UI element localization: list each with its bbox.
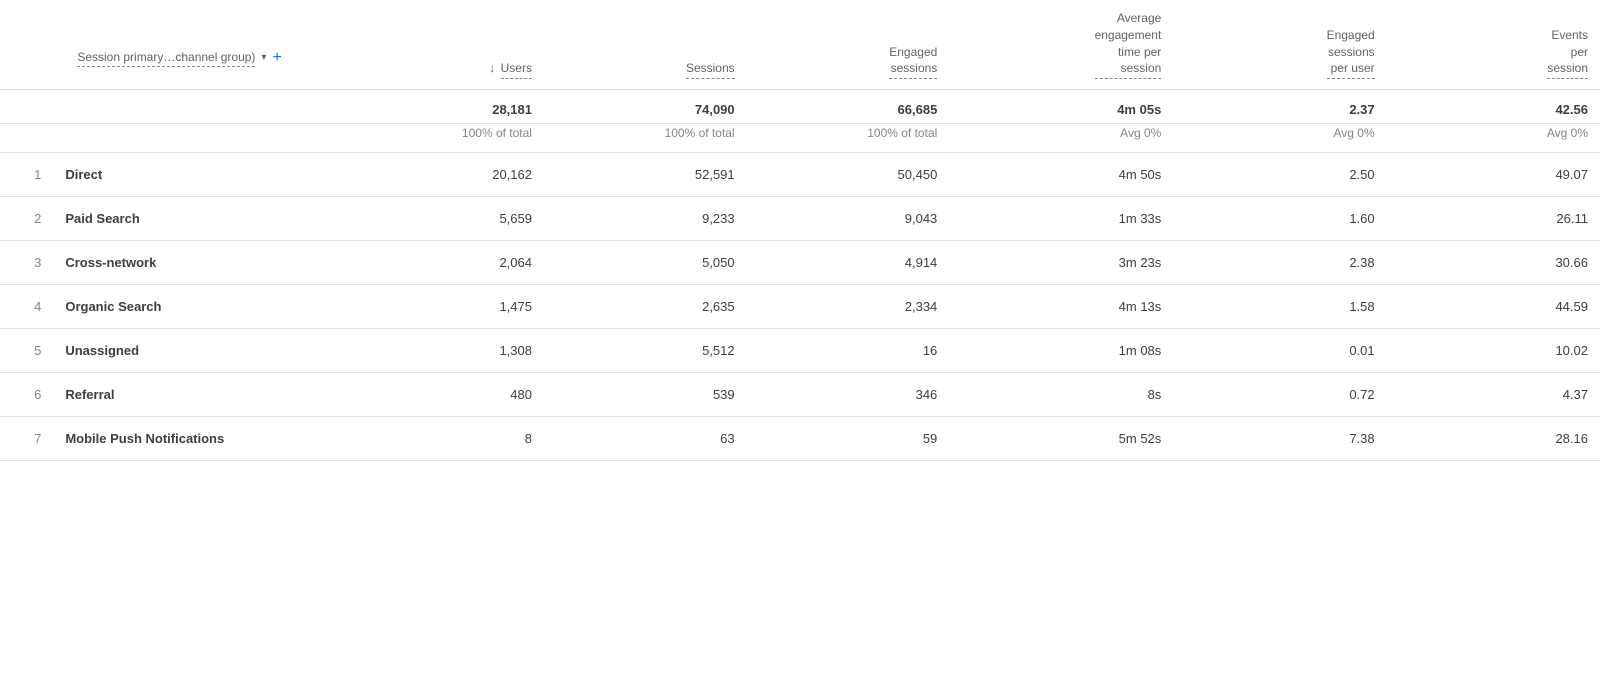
analytics-table: Session primary…channel group) ▾ + ↓ Use… [0, 0, 1600, 461]
table-row: 5 Unassigned 1,308 5,512 16 1m 08s 0.01 … [0, 329, 1600, 373]
table-row: 6 Referral 480 539 346 8s 0.72 4.37 [0, 373, 1600, 417]
dimension-column-header[interactable]: Session primary…channel group) ▾ + [53, 0, 341, 90]
row-sessions-cell: 63 [544, 417, 747, 461]
table-row: 1 Direct 20,162 52,591 50,450 4m 50s 2.5… [0, 153, 1600, 197]
totals-engaged: 66,685 [747, 90, 950, 124]
table-row: 7 Mobile Push Notifications 8 63 59 5m 5… [0, 417, 1600, 461]
row-engaged-cell: 2,334 [747, 285, 950, 329]
totals-sessions-sub: 100% of total [544, 124, 747, 153]
table-row: 2 Paid Search 5,659 9,233 9,043 1m 33s 1… [0, 197, 1600, 241]
row-avg-eng-cell: 5m 52s [949, 417, 1173, 461]
totals-users-sub: 100% of total [341, 124, 544, 153]
row-events-cell: 28.16 [1387, 417, 1600, 461]
row-eng-per-cell: 1.58 [1173, 285, 1386, 329]
row-events-cell: 10.02 [1387, 329, 1600, 373]
row-events-cell: 4.37 [1387, 373, 1600, 417]
eng-per-header-label: Engagedsessionsper user [1327, 27, 1375, 79]
totals-eng-per-sub: Avg 0% [1173, 124, 1386, 153]
row-users-cell: 8 [341, 417, 544, 461]
row-index-cell: 4 [0, 285, 53, 329]
add-dimension-icon[interactable]: + [272, 47, 281, 69]
totals-index-cell [0, 90, 53, 124]
row-name-cell[interactable]: Referral [53, 373, 341, 417]
row-sessions-cell: 52,591 [544, 153, 747, 197]
row-eng-per-cell: 2.50 [1173, 153, 1386, 197]
chevron-down-icon[interactable]: ▾ [261, 51, 266, 65]
row-engaged-cell: 50,450 [747, 153, 950, 197]
row-users-cell: 5,659 [341, 197, 544, 241]
totals-eng-per: 2.37 [1173, 90, 1386, 124]
row-name-cell[interactable]: Direct [53, 153, 341, 197]
row-name-cell[interactable]: Organic Search [53, 285, 341, 329]
row-sessions-cell: 5,050 [544, 241, 747, 285]
totals-avg-eng: 4m 05s [949, 90, 1173, 124]
row-eng-per-cell: 0.01 [1173, 329, 1386, 373]
engaged-column-header[interactable]: Engagedsessions [747, 0, 950, 90]
row-users-cell: 1,308 [341, 329, 544, 373]
row-engaged-cell: 4,914 [747, 241, 950, 285]
totals-row: 28,181 74,090 66,685 4m 05s 2.37 42.56 [0, 90, 1600, 124]
row-events-cell: 26.11 [1387, 197, 1600, 241]
row-name-cell[interactable]: Mobile Push Notifications [53, 417, 341, 461]
row-users-cell: 480 [341, 373, 544, 417]
row-engaged-cell: 59 [747, 417, 950, 461]
events-header-label: Eventspersession [1547, 27, 1588, 79]
table-row: 4 Organic Search 1,475 2,635 2,334 4m 13… [0, 285, 1600, 329]
row-sessions-cell: 9,233 [544, 197, 747, 241]
totals-events: 42.56 [1387, 90, 1600, 124]
row-engaged-cell: 16 [747, 329, 950, 373]
sessions-header-label[interactable]: Sessions [686, 60, 735, 79]
row-users-cell: 2,064 [341, 241, 544, 285]
row-avg-eng-cell: 4m 50s [949, 153, 1173, 197]
row-events-cell: 49.07 [1387, 153, 1600, 197]
row-eng-per-cell: 2.38 [1173, 241, 1386, 285]
row-name-cell[interactable]: Unassigned [53, 329, 341, 373]
row-avg-eng-cell: 3m 23s [949, 241, 1173, 285]
totals-engaged-sub: 100% of total [747, 124, 950, 153]
totals-subtitle-row: 100% of total 100% of total 100% of tota… [0, 124, 1600, 153]
row-index-cell: 1 [0, 153, 53, 197]
row-users-cell: 20,162 [341, 153, 544, 197]
row-sessions-cell: 5,512 [544, 329, 747, 373]
users-column-header[interactable]: ↓ Users [341, 0, 544, 90]
totals-users: 28,181 [341, 90, 544, 124]
events-column-header[interactable]: Eventspersession [1387, 0, 1600, 90]
totals-name-cell [53, 90, 341, 124]
sort-arrow-icon: ↓ [489, 60, 495, 77]
row-events-cell: 30.66 [1387, 241, 1600, 285]
row-avg-eng-cell: 4m 13s [949, 285, 1173, 329]
row-avg-eng-cell: 8s [949, 373, 1173, 417]
row-index-cell: 3 [0, 241, 53, 285]
row-index-cell: 5 [0, 329, 53, 373]
totals-sessions: 74,090 [544, 90, 747, 124]
eng-per-column-header[interactable]: Engagedsessionsper user [1173, 0, 1386, 90]
users-header-label[interactable]: Users [501, 60, 532, 79]
row-eng-per-cell: 7.38 [1173, 417, 1386, 461]
avg-eng-column-header[interactable]: Averageengagementtime persession [949, 0, 1173, 90]
row-engaged-cell: 9,043 [747, 197, 950, 241]
avg-eng-header-label: Averageengagementtime persession [1095, 10, 1162, 79]
totals-events-sub: Avg 0% [1387, 124, 1600, 153]
row-index-cell: 2 [0, 197, 53, 241]
row-index-cell: 6 [0, 373, 53, 417]
row-index-cell: 7 [0, 417, 53, 461]
totals-avg-eng-sub: Avg 0% [949, 124, 1173, 153]
row-name-cell[interactable]: Cross-network [53, 241, 341, 285]
table-row: 3 Cross-network 2,064 5,050 4,914 3m 23s… [0, 241, 1600, 285]
row-engaged-cell: 346 [747, 373, 950, 417]
row-users-cell: 1,475 [341, 285, 544, 329]
row-sessions-cell: 2,635 [544, 285, 747, 329]
row-eng-per-cell: 1.60 [1173, 197, 1386, 241]
row-avg-eng-cell: 1m 33s [949, 197, 1173, 241]
sessions-column-header[interactable]: Sessions [544, 0, 747, 90]
row-name-cell[interactable]: Paid Search [53, 197, 341, 241]
row-eng-per-cell: 0.72 [1173, 373, 1386, 417]
index-column-header [0, 0, 53, 90]
row-avg-eng-cell: 1m 08s [949, 329, 1173, 373]
engaged-header-label: Engagedsessions [889, 44, 937, 80]
row-events-cell: 44.59 [1387, 285, 1600, 329]
dimension-label[interactable]: Session primary…channel group) [77, 49, 255, 68]
row-sessions-cell: 539 [544, 373, 747, 417]
